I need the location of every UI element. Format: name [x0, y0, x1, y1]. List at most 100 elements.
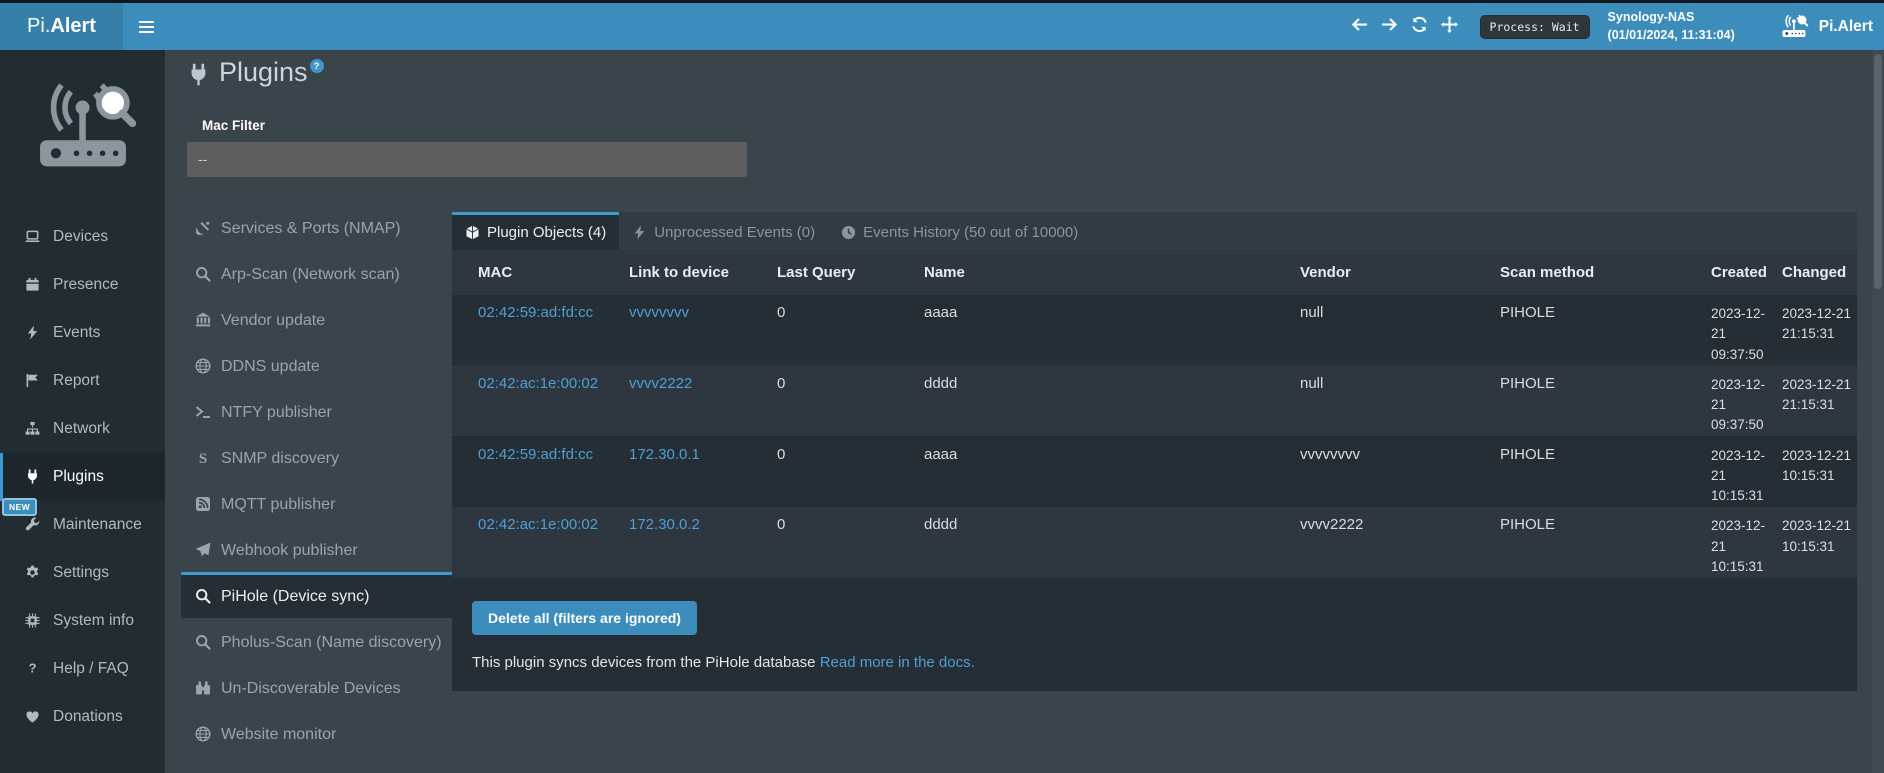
tab-unprocessed-events-0[interactable]: Unprocessed Events (0)	[619, 212, 828, 250]
sidebar-item-network[interactable]: Network	[0, 405, 165, 453]
sidebar-item-label: Presence	[53, 276, 118, 294]
process-status-badge: Process: Wait	[1480, 15, 1590, 39]
plugin-nav-label: Vendor update	[221, 312, 325, 330]
sidebar-item-events[interactable]: Events	[0, 309, 165, 357]
back-icon[interactable]	[1351, 16, 1368, 33]
mac-link[interactable]: 02:42:59:ad:fd:cc	[478, 446, 593, 463]
device-name: Synology-NAS	[1608, 9, 1735, 27]
column-header-changed[interactable]: Changed	[1782, 250, 1857, 295]
device-info: Synology-NAS (01/01/2024, 11:31:04)	[1608, 9, 1735, 44]
cell-name: dddd	[924, 507, 1300, 578]
device-link[interactable]: vvvvvvvv	[629, 304, 689, 321]
plugin-nav-label: DDNS update	[221, 358, 320, 376]
sidebar-item-plugins[interactable]: Plugins	[0, 453, 165, 501]
scrollbar[interactable]	[1872, 50, 1884, 773]
bolt-icon	[632, 225, 647, 240]
plugin-nav-item-mqtt-publisher[interactable]: MQTT publisher	[181, 480, 453, 526]
sidebar-toggle-button[interactable]	[123, 3, 169, 50]
cell-mac: 02:42:59:ad:fd:cc	[452, 436, 629, 507]
plugin-nav-item-arp-scan-network-scan[interactable]: Arp-Scan (Network scan)	[181, 250, 453, 296]
plug-icon	[23, 469, 41, 485]
device-link[interactable]: 172.30.0.1	[629, 446, 700, 463]
search-icon	[193, 266, 212, 283]
satellite-icon	[193, 220, 212, 237]
logo-suffix: Alert	[50, 15, 96, 38]
plugin-nav-label: PiHole (Device sync)	[221, 588, 369, 606]
device-time: (01/01/2024, 11:31:04)	[1608, 27, 1735, 45]
wrench-icon	[23, 517, 41, 533]
cell-last-query: 0	[777, 295, 924, 365]
sidebar-item-devices[interactable]: Devices	[0, 213, 165, 261]
cell-vendor: null	[1300, 295, 1500, 365]
mac-link[interactable]: 02:42:ac:1e:00:02	[478, 516, 598, 533]
device-link[interactable]: vvvv2222	[629, 375, 692, 392]
plugin-nav-label: NTFY publisher	[221, 404, 332, 422]
sidebar-item-report[interactable]: Report	[0, 357, 165, 405]
sidebar-menu: Devices Presence EventsReportNetworkPlugin…	[0, 213, 165, 741]
plugin-nav-item-vendor-update[interactable]: Vendor update	[181, 296, 453, 342]
mac-link[interactable]: 02:42:ac:1e:00:02	[478, 375, 598, 392]
sidebar-item-system-info[interactable]: System info	[0, 597, 165, 645]
sidebar-item-presence[interactable]: Presence	[0, 261, 165, 309]
plugin-nav-label: Webhook publisher	[221, 542, 358, 560]
flag-icon	[23, 373, 41, 389]
cell-last-query: 0	[777, 365, 924, 436]
tab-bar: Plugin Objects (4) Unprocessed Events (0)…	[452, 212, 1857, 250]
sidebar-item-donations[interactable]: Donations	[0, 693, 165, 741]
pialert-app: Pi.Alert Process: Wait Synology-NAS (01/…	[0, 0, 1884, 773]
plugin-nav-item-website-monitor[interactable]: Website monitor	[181, 710, 453, 756]
cell-created: 2023-12-21 10:15:31	[1711, 436, 1782, 507]
plugin-nav-item-ntfy-publisher[interactable]: NTFY publisher	[181, 388, 453, 434]
column-header-last-query[interactable]: Last Query	[777, 250, 924, 295]
refresh-icon[interactable]	[1411, 16, 1428, 33]
help-badge-icon[interactable]: ?	[310, 59, 324, 73]
mac-link[interactable]: 02:42:59:ad:fd:cc	[478, 304, 593, 321]
plugin-nav-item-un-discoverable-devices[interactable]: Un-Discoverable Devices	[181, 664, 453, 710]
cell-mac: 02:42:59:ad:fd:cc	[452, 295, 629, 365]
paper-plane-icon	[193, 542, 212, 559]
move-icon[interactable]	[1441, 16, 1458, 33]
sidebar-item-label: Donations	[53, 708, 123, 726]
plugin-nav-item-webhook-publisher[interactable]: Webhook publisher	[181, 526, 453, 572]
cell-changed: 2023-12-21 21:15:31	[1782, 295, 1857, 365]
plugin-description-text: This plugin syncs devices from the PiHol…	[472, 654, 816, 671]
plugin-nav-item-pihole-device-sync[interactable]: PiHole (Device sync)	[181, 572, 453, 618]
scrollbar-thumb[interactable]	[1874, 54, 1882, 289]
forward-icon[interactable]	[1381, 16, 1398, 33]
plugin-nav-item-services-ports-nmap[interactable]: Services & Ports (NMAP)	[181, 204, 453, 250]
plugin-nav-label: MQTT publisher	[221, 496, 335, 514]
plugin-nav-label: Arp-Scan (Network scan)	[221, 266, 400, 284]
cell-link: vvvv2222	[629, 365, 777, 436]
mac-filter-input[interactable]: --	[187, 142, 747, 177]
plugin-nav-label: Website monitor	[221, 726, 336, 744]
page-header: Plugins ?	[187, 57, 324, 88]
device-link[interactable]: 172.30.0.2	[629, 516, 700, 533]
column-header-vendor[interactable]: Vendor	[1300, 250, 1500, 295]
cell-scan-method: PIHOLE	[1500, 365, 1711, 436]
column-header-link-to-device[interactable]: Link to device	[629, 250, 777, 295]
sidebar-item-help-faq[interactable]: ?Help / FAQ	[0, 645, 165, 693]
tab-plugin-objects-4[interactable]: Plugin Objects (4)	[452, 212, 619, 250]
column-header-scan-method[interactable]: Scan method	[1500, 250, 1711, 295]
cell-scan-method: PIHOLE	[1500, 295, 1711, 365]
sidebar-item-settings[interactable]: Settings	[0, 549, 165, 597]
tab-label: Unprocessed Events (0)	[654, 224, 815, 241]
laptop-icon	[23, 229, 41, 245]
column-header-created[interactable]: Created	[1711, 250, 1782, 295]
table-row: 02:42:59:ad:fd:cc172.30.0.10aaaavvvvvvvv…	[452, 436, 1857, 507]
delete-all-button[interactable]: Delete all (filters are ignored)	[472, 601, 697, 635]
plugin-nav-item-pholus-scan-name-discovery[interactable]: Pholus-Scan (Name discovery)	[181, 618, 453, 664]
plugin-nav-item-ddns-update[interactable]: DDNS update	[181, 342, 453, 388]
tab-label: Events History (50 out of 10000)	[863, 224, 1078, 241]
cell-name: aaaa	[924, 436, 1300, 507]
plugin-nav-item-snmp-discovery[interactable]: SSNMP discovery	[181, 434, 453, 480]
app-logo[interactable]: Pi.Alert	[0, 3, 123, 50]
column-header-name[interactable]: Name	[924, 250, 1300, 295]
app-name: Pi.Alert	[1819, 18, 1873, 36]
tab-events-history-50-out-of-10000[interactable]: Events History (50 out of 10000)	[828, 212, 1091, 250]
page-title: Plugins	[219, 57, 308, 88]
docs-link[interactable]: Read more in the docs.	[820, 654, 975, 671]
column-header-mac[interactable]: MAC	[452, 250, 629, 295]
chip-icon	[23, 613, 41, 629]
plugin-objects-table: MACLink to deviceLast QueryNameVendorSca…	[452, 250, 1857, 578]
